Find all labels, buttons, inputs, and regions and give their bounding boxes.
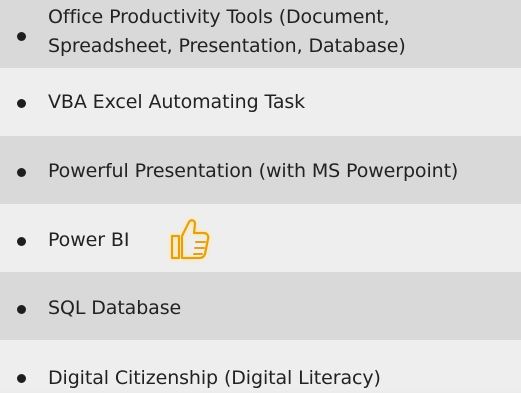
list-item-label: SQL Database xyxy=(48,297,182,319)
list-item: VBA Excel Automating Task xyxy=(0,68,521,136)
list-item: SQL Database xyxy=(0,272,521,340)
list-item: Powerful Presentation (with MS Powerpoin… xyxy=(0,136,521,204)
thumbs-up-icon xyxy=(169,217,211,261)
bullet-icon xyxy=(17,99,26,108)
bullet-icon xyxy=(17,305,26,314)
list-item: Digital Citizenship (Digital Literacy) xyxy=(0,340,521,391)
bullet-icon xyxy=(17,374,26,383)
list-item-label: Digital Citizenship (Digital Literacy) xyxy=(48,367,381,389)
list-item-label: VBA Excel Automating Task xyxy=(48,91,306,113)
list-item-label: Power BI xyxy=(48,229,130,251)
list-item: Power BI xyxy=(0,204,521,272)
list-item-label-line: Office Productivity Tools (Document, xyxy=(48,6,390,28)
bullet-icon xyxy=(17,168,26,177)
list-item: Office Productivity Tools (Document, Spr… xyxy=(0,0,521,68)
list-item-label: Powerful Presentation (with MS Powerpoin… xyxy=(48,160,459,182)
bullet-list: Office Productivity Tools (Document, Spr… xyxy=(0,0,521,391)
list-item-label: Office Productivity Tools (Document, Spr… xyxy=(48,3,406,61)
bullet-icon xyxy=(17,237,26,246)
bullet-icon xyxy=(17,32,26,41)
list-item-label-line: Spreadsheet, Presentation, Database) xyxy=(48,35,406,57)
